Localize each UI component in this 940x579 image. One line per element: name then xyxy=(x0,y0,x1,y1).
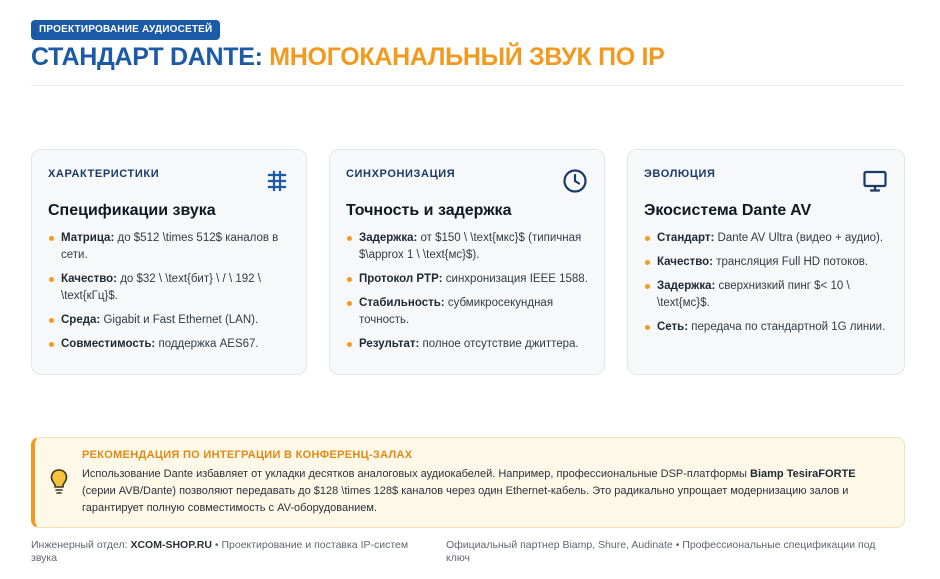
list-item: Результат: полное отсутствие джиттера. xyxy=(346,336,588,353)
card-list: Задержка: от $150 \ \text{мкс}$ (типична… xyxy=(346,230,588,353)
card-category: Характеристики xyxy=(48,168,160,180)
section-badge: Проектирование аудиосетей xyxy=(31,20,221,40)
list-item: Стабильность: субмикросекундная точность… xyxy=(346,295,588,329)
card-title: Точность и задержка xyxy=(346,202,512,219)
card-evolution: Эволюция Экосистема Dante AV Стандарт: D… xyxy=(627,149,905,375)
page-title: Стандарт Dante: Многоканальный звук по I… xyxy=(31,43,665,72)
card-list: Стандарт: Dante AV Ultra (видео + аудио)… xyxy=(644,230,888,336)
list-item: Сеть: передача по стандартной 1G линии. xyxy=(644,319,888,336)
table-grid-icon xyxy=(267,170,287,192)
footer-left: Инженерный отдел: XCOM-SHOP.RU • Проекти… xyxy=(31,539,409,564)
list-item: Задержка: от $150 \ \text{мкс}$ (типична… xyxy=(346,230,588,264)
list-item: Качество: до $32 \ \text{бит} \ / \ 192 … xyxy=(48,271,290,305)
recommendation-title: Рекомендация по интеграции в конференц-з… xyxy=(82,449,413,461)
clock-icon xyxy=(563,169,587,193)
monitor-icon xyxy=(863,170,887,192)
recommendation-text: Использование Dante избавляет от укладки… xyxy=(82,468,856,514)
card-list: Матрица: до $512 \times 512$ каналов в с… xyxy=(48,230,290,353)
page-title-part1: Стандарт Dante: xyxy=(31,43,263,71)
footer-site-link[interactable]: XCOM-SHOP.RU xyxy=(130,539,211,551)
list-item: Качество: трансляция Full HD потоков. xyxy=(644,254,888,271)
list-item: Протокол PTP: синхронизация IEEE 1588. xyxy=(346,271,588,288)
card-category: Эволюция xyxy=(644,168,716,180)
card-synchronization: Синхронизация Точность и задержка Задерж… xyxy=(329,149,605,375)
list-item: Матрица: до $512 \times 512$ каналов в с… xyxy=(48,230,290,264)
card-title: Спецификации звука xyxy=(48,202,216,219)
list-item: Среда: Gigabit и Fast Ethernet (LAN). xyxy=(48,312,290,329)
footer-right: Официальный партнер Biamp, Shure, Audina… xyxy=(446,539,876,564)
page-title-part2: Многоканальный звук по IP xyxy=(269,43,665,71)
card-category: Синхронизация xyxy=(346,168,456,180)
list-item: Задержка: сверхнизкий пинг $< 10 \ \text… xyxy=(644,278,888,312)
header-divider xyxy=(31,85,904,86)
recommendation-box: Рекомендация по интеграции в конференц-з… xyxy=(31,437,905,528)
card-specifications: Характеристики Спецификации звука Матриц… xyxy=(31,149,307,375)
list-item: Стандарт: Dante AV Ultra (видео + аудио)… xyxy=(644,230,888,247)
lightbulb-icon xyxy=(50,469,68,494)
list-item: Совместимость: поддержка AES67. xyxy=(48,336,290,353)
card-title: Экосистема Dante AV xyxy=(644,202,812,219)
